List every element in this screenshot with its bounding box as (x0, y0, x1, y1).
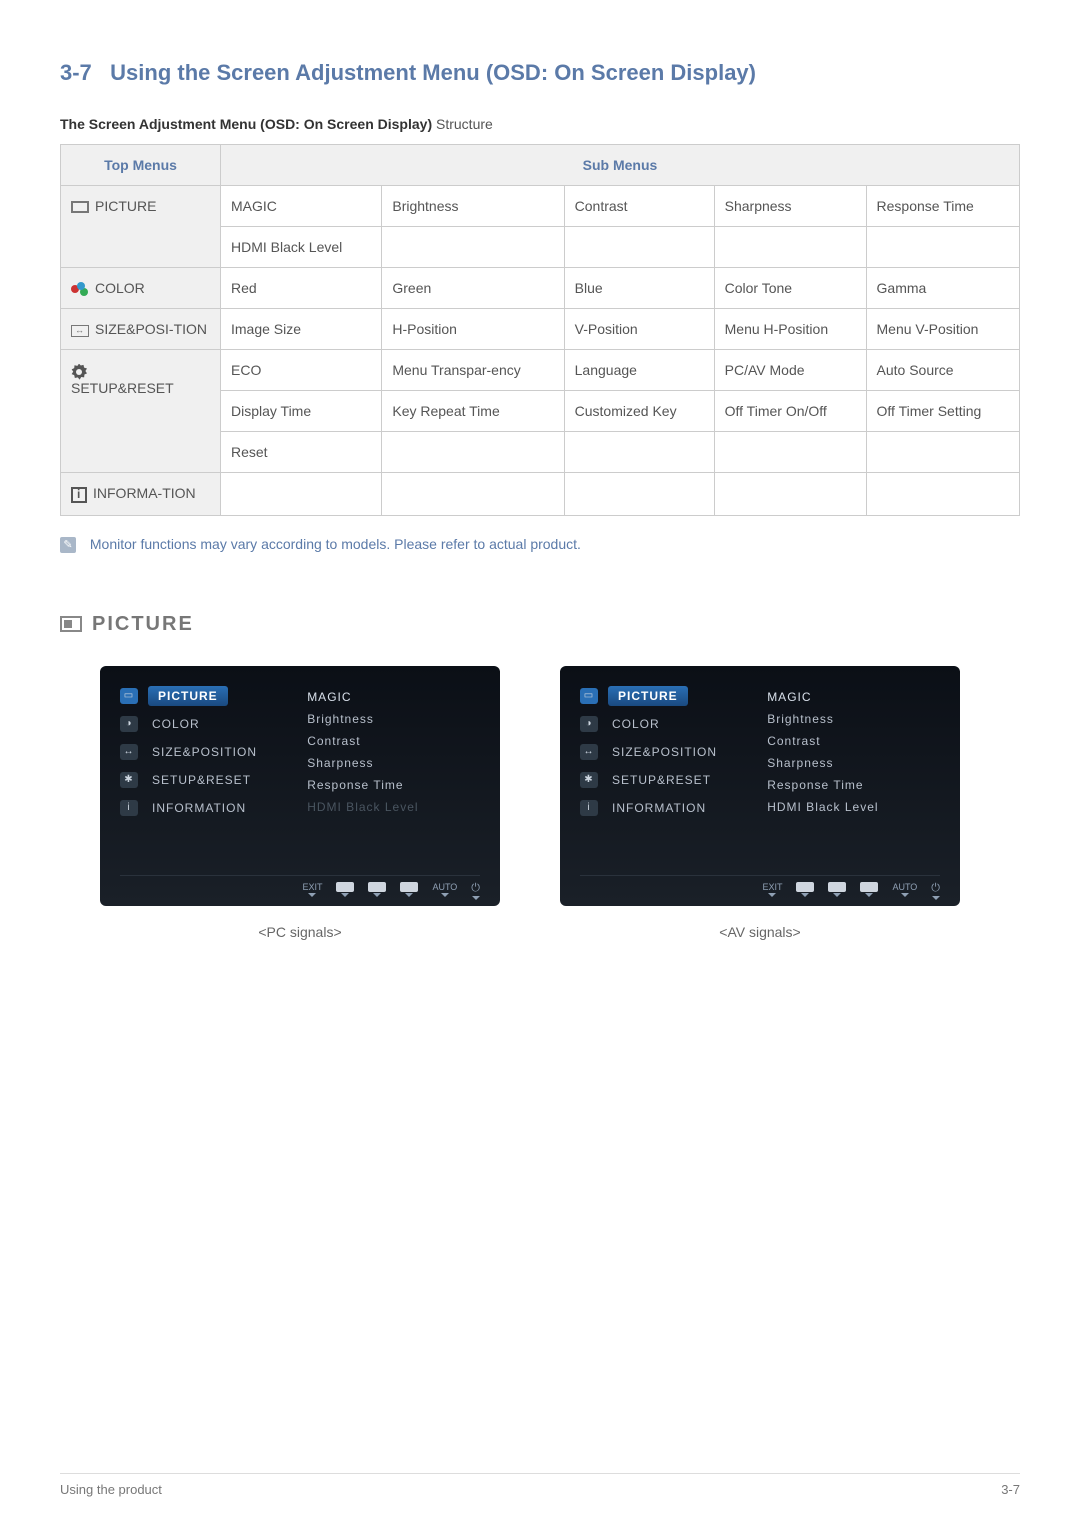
topmenu-color: COLOR (61, 268, 221, 309)
picture-section-icon (60, 616, 82, 632)
osd-info-icon: i (120, 800, 138, 816)
topmenu-info: INFORMA-TION (61, 473, 221, 515)
osd-bottom-buttons: EXIT AUTO ⏻ (120, 875, 480, 900)
osd-picture-icon: ▭ (580, 688, 598, 704)
osd-color-icon: ◑ (120, 716, 138, 732)
page-heading: 3-7 Using the Screen Adjustment Menu (OS… (60, 60, 1020, 86)
picture-icon (71, 201, 89, 213)
osd-bottom-buttons: EXIT AUTO ⏻ (580, 875, 940, 900)
osd-size-icon: ↔ (580, 744, 598, 760)
footer-left: Using the product (60, 1482, 162, 1497)
size-icon (71, 325, 89, 337)
info-icon (71, 487, 87, 503)
setup-icon (71, 364, 87, 380)
note-icon: ✎ (60, 537, 76, 553)
osd-picture-icon: ▭ (120, 688, 138, 704)
osd-setup-icon: ✱ (580, 772, 598, 788)
osd-screenshot-pc: ▭PICTURE ◑COLOR ↔SIZE&POSITION ✱SETUP&RE… (100, 666, 500, 906)
footer-right: 3-7 (1001, 1482, 1020, 1497)
th-sub: Sub Menus (221, 145, 1020, 186)
heading-text: Using the Screen Adjustment Menu (OSD: O… (110, 60, 756, 85)
topmenu-setup: SETUP&RESET (61, 350, 221, 473)
caption-pc: <PC signals> (100, 924, 500, 940)
color-icon (71, 282, 89, 296)
osd-setup-icon: ✱ (120, 772, 138, 788)
note: ✎ Monitor functions may vary according t… (60, 536, 1020, 553)
caption-av: <AV signals> (560, 924, 960, 940)
th-top: Top Menus (61, 145, 221, 186)
page-footer: Using the product 3-7 (60, 1473, 1020, 1497)
structure-label: The Screen Adjustment Menu (OSD: On Scre… (60, 116, 1020, 132)
section-picture: PICTURE (60, 613, 1020, 636)
osd-screenshot-av: ▭PICTURE ◑COLOR ↔SIZE&POSITION ✱SETUP&RE… (560, 666, 960, 906)
topmenu-size: SIZE&POSI-TION (61, 309, 221, 350)
osd-info-icon: i (580, 800, 598, 816)
osd-color-icon: ◑ (580, 716, 598, 732)
heading-number: 3-7 (60, 60, 92, 85)
osd-structure-table: Top Menus Sub Menus PICTURE MAGIC Bright… (60, 144, 1020, 516)
topmenu-picture: PICTURE (61, 186, 221, 268)
osd-size-icon: ↔ (120, 744, 138, 760)
